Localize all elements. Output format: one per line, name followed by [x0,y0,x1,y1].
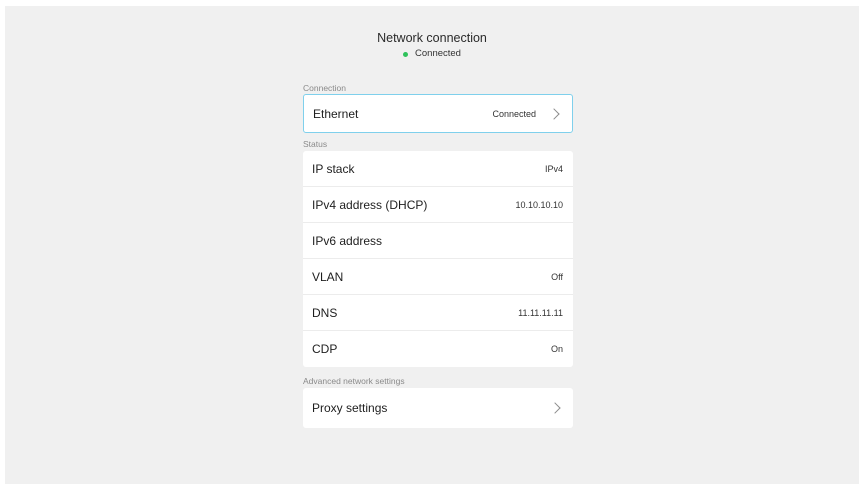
ethernet-status-value: Connected [492,108,536,119]
status-row-cdp: CDP On [303,331,573,367]
status-dot-icon [403,51,409,57]
section-label-advanced: Advanced network settings [303,376,405,386]
section-label-connection: Connection [303,83,347,93]
chevron-right-icon [548,107,560,120]
dns-value: 11.11.11.11 [518,307,563,318]
proxy-settings-row[interactable]: Proxy settings [303,388,573,428]
ip-stack-value: IPv4 [544,163,563,174]
ethernet-label: Ethernet [313,106,359,121]
dns-label: DNS [312,305,338,320]
status-row-vlan: VLAN Off [303,259,573,295]
status-row-ipv6: IPv6 address [303,223,573,259]
cdp-label: CDP [312,342,338,356]
page-title: Network connection [377,31,487,45]
section-label-status: Status [303,139,328,149]
header: Network connection Connected [5,30,859,60]
connection-status: Connected [5,48,859,60]
status-row-dns: DNS 11.11.11.11 [303,295,573,331]
ipv4-address-value: 10.10.10.10 [515,199,563,210]
ip-stack-label: IP stack [312,161,355,176]
vlan-label: VLAN [312,269,344,284]
proxy-settings-label: Proxy settings [312,401,388,415]
advanced-card: Proxy settings [303,388,573,428]
cdp-value: On [550,344,563,354]
chevron-right-icon [549,402,561,414]
status-card: IP stack IPv4 IPv4 address (DHCP) 10.10.… [303,151,573,367]
connection-status-text: Connected [415,48,461,59]
status-row-ip-stack: IP stack IPv4 [303,151,573,187]
ipv4-address-label: IPv4 address (DHCP) [312,197,428,212]
ipv6-address-label: IPv6 address [312,233,383,248]
ethernet-row[interactable]: Ethernet Connected [304,95,572,132]
status-row-ipv4: IPv4 address (DHCP) 10.10.10.10 [303,187,573,223]
connection-card: Ethernet Connected [303,94,573,133]
vlan-value: Off [551,271,563,282]
settings-screen: Network connection Connected Connection … [5,6,859,484]
